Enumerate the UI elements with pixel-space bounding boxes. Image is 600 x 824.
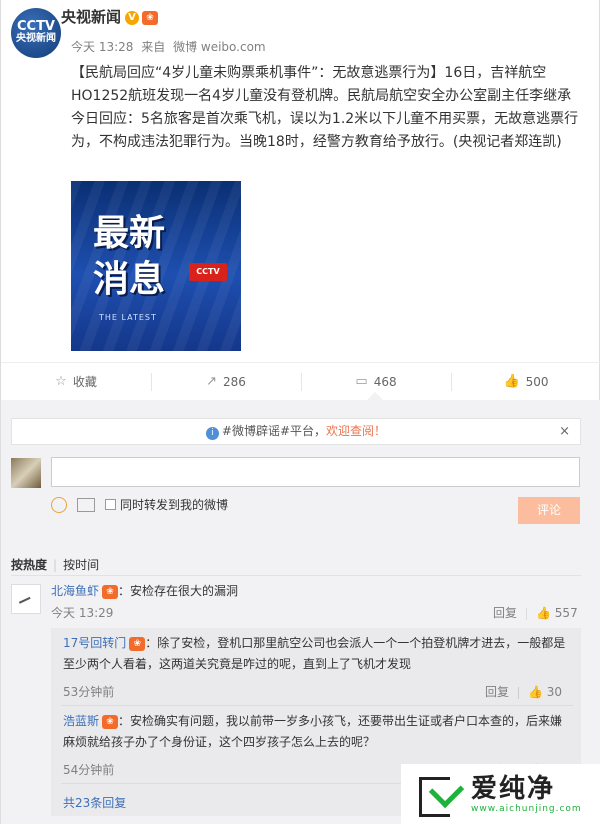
favorite-label: 收藏	[72, 375, 97, 389]
avatar-label: 央视新闻	[16, 33, 56, 44]
like-icon[interactable]: 👍	[536, 606, 551, 620]
notice-prefix: #微博辟谣#平台，	[221, 424, 327, 438]
ops-separator	[518, 686, 520, 699]
comment-input[interactable]	[51, 457, 580, 487]
share-icon: ↗	[206, 374, 217, 389]
close-icon[interactable]: ×	[559, 419, 570, 444]
image-headline: 最新 消息	[93, 211, 165, 303]
watermark-logo-icon	[419, 773, 461, 817]
like-icon: 👍	[503, 374, 520, 389]
watermark: 爱纯净 www.aichunjing.com	[401, 764, 600, 824]
reply-text: 17号回转门 ❀ ：除了安检，登机口那里航空公司也会派人一个一个拍登机牌才进去，一般…	[63, 633, 568, 675]
reply-like-count: 30	[546, 685, 563, 699]
comment-count: 468	[373, 374, 397, 389]
post-time[interactable]: 今天 13:28	[71, 40, 133, 54]
author-avatar[interactable]: CCTV 央视新闻	[11, 8, 61, 58]
reply-button[interactable]: 回复	[493, 606, 517, 620]
watermark-text: 爱纯净 www.aichunjing.com	[471, 774, 582, 814]
comment-ops: 回复 👍 557	[493, 604, 578, 621]
comment-body: ：安检存在很大的漏洞	[118, 584, 239, 598]
post-text: 【民航局回应“4岁儿童未购票乘机事件”：无故意逃票行为】16日，吉祥航空HO12…	[71, 65, 579, 150]
source-prefix: 来自	[141, 40, 166, 54]
emoji-icon[interactable]	[51, 496, 67, 513]
comment-time: 今天 13:29	[51, 606, 114, 620]
reply-ops: 回复 👍 30	[485, 683, 562, 700]
divider	[11, 575, 581, 576]
sort-separator: |	[53, 558, 58, 572]
sort-by-hot[interactable]: 按热度	[11, 558, 47, 572]
reply-time: 54分钟前	[63, 763, 115, 777]
watermark-url: www.aichunjing.com	[471, 804, 582, 814]
repost-count: 286	[223, 374, 246, 389]
compose-tools: 同时转发到我的微博	[51, 496, 228, 513]
info-icon: i	[205, 427, 219, 440]
comment-caret	[367, 392, 383, 400]
vip-level-icon: ❀	[102, 714, 119, 729]
reply-button[interactable]: 回复	[485, 685, 509, 699]
vip-level-icon: ❀	[129, 636, 146, 651]
verified-v-icon: V	[125, 10, 140, 25]
comment-sort: 按热度 | 按时间	[11, 556, 99, 573]
like-count: 500	[525, 374, 549, 389]
cctv-badge: CCTV	[189, 263, 227, 281]
weibo-post-page: CCTV 央视新闻 央视新闻 V ❀ 今天 13:28 来自 微博 weibo.co…	[0, 0, 600, 824]
like-icon[interactable]: 👍	[528, 685, 543, 699]
reply-user[interactable]: 17号回转门	[63, 636, 126, 650]
comment-like-count: 557	[554, 606, 578, 620]
divider	[61, 705, 573, 706]
favorite-button[interactable]: ☆ 收藏	[1, 363, 151, 400]
image-headline-line1: 最新	[93, 213, 166, 254]
image-headline-line2: 消息	[93, 259, 166, 300]
sort-by-time[interactable]: 按时间	[63, 558, 99, 572]
comment-icon: ▭	[355, 374, 368, 389]
forward-label[interactable]: 同时转发到我的微博	[120, 496, 228, 513]
vip-level-icon: ❀	[142, 10, 159, 25]
reply-user[interactable]: 浩蓝斯	[63, 714, 99, 728]
reply-text: 浩蓝斯 ❀ ：安检确实有问题，我以前带一岁多小孩飞，还要带出生证或者户口本查的，后来…	[63, 711, 568, 753]
author-name-row: 央视新闻 V ❀	[61, 6, 159, 27]
post-image[interactable]: 最新 消息 CCTV THE LATEST	[71, 181, 241, 351]
vip-level-icon: ❀	[102, 584, 119, 599]
post-meta: 今天 13:28 来自 微博 weibo.com	[71, 38, 270, 55]
image-icon[interactable]	[77, 497, 95, 512]
watermark-name: 爱纯净	[471, 774, 556, 804]
star-icon: ☆	[55, 374, 67, 389]
avatar[interactable]: CCTV 央视新闻	[11, 8, 61, 58]
commenter-avatar[interactable]	[11, 584, 41, 614]
post-source[interactable]: 微博 weibo.com	[173, 40, 266, 54]
submit-comment-button[interactable]: 评论	[518, 497, 580, 524]
ops-separator	[526, 607, 528, 620]
comment-text: 北海鱼虾 ❀ ：安检存在很大的漏洞	[51, 582, 238, 599]
cctv-logo: CCTV	[16, 19, 55, 34]
reply-body: ：安检确实有问题，我以前带一岁多小孩飞，还要带出生证或者户口本查的，后来嫌麻烦就…	[63, 714, 563, 749]
current-user-avatar[interactable]	[11, 458, 41, 488]
post-action-bar: ☆ 收藏 ↗ 286 ▭ 468 👍 500	[1, 362, 600, 400]
notice-link[interactable]: 欢迎查阅！	[326, 424, 386, 438]
commenter-name[interactable]: 北海鱼虾	[51, 584, 99, 598]
rumor-notice: i #微博辟谣#平台，欢迎查阅！ ×	[11, 418, 581, 445]
like-button[interactable]: 👍 500	[451, 363, 600, 400]
reply-time: 53分钟前	[63, 685, 115, 699]
more-replies-link[interactable]: 共23条回复	[63, 794, 126, 811]
author-name[interactable]: 央视新闻	[61, 8, 121, 26]
image-subtitle: THE LATEST	[99, 313, 157, 322]
forward-checkbox[interactable]	[105, 499, 116, 510]
repost-button[interactable]: ↗ 286	[151, 363, 301, 400]
